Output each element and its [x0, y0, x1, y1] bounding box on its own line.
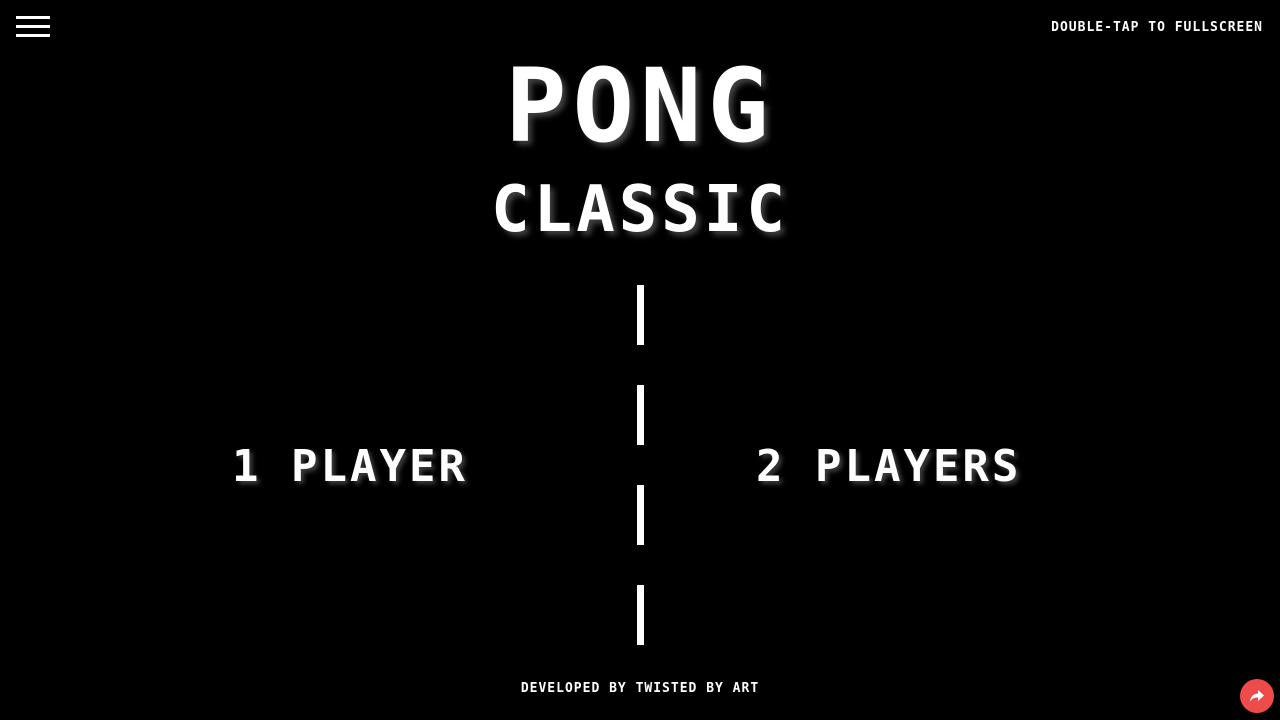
- center-net-dash: [637, 585, 644, 645]
- menu-bar-top: [16, 16, 50, 19]
- one-player-button[interactable]: 1 PLAYER: [232, 442, 468, 492]
- developer-credits: DEVELOPED BY TWISTED BY ART: [520, 681, 760, 696]
- two-players-button[interactable]: 2 PLAYERS: [756, 442, 1021, 492]
- share-button[interactable]: [1240, 679, 1274, 713]
- game-subtitle: CLASSIC: [491, 173, 789, 247]
- center-net-dash: [637, 285, 644, 345]
- fullscreen-hint: DOUBLE-TAP TO FULLSCREEN: [1051, 20, 1263, 35]
- menu-bar-bottom: [16, 34, 50, 37]
- center-net-dash: [637, 485, 644, 545]
- center-net-dash: [637, 385, 644, 445]
- menu-bar-middle: [16, 25, 50, 28]
- share-arrow-icon: [1250, 690, 1264, 702]
- hamburger-menu-icon[interactable]: [16, 14, 50, 40]
- game-title: PONG: [505, 47, 775, 166]
